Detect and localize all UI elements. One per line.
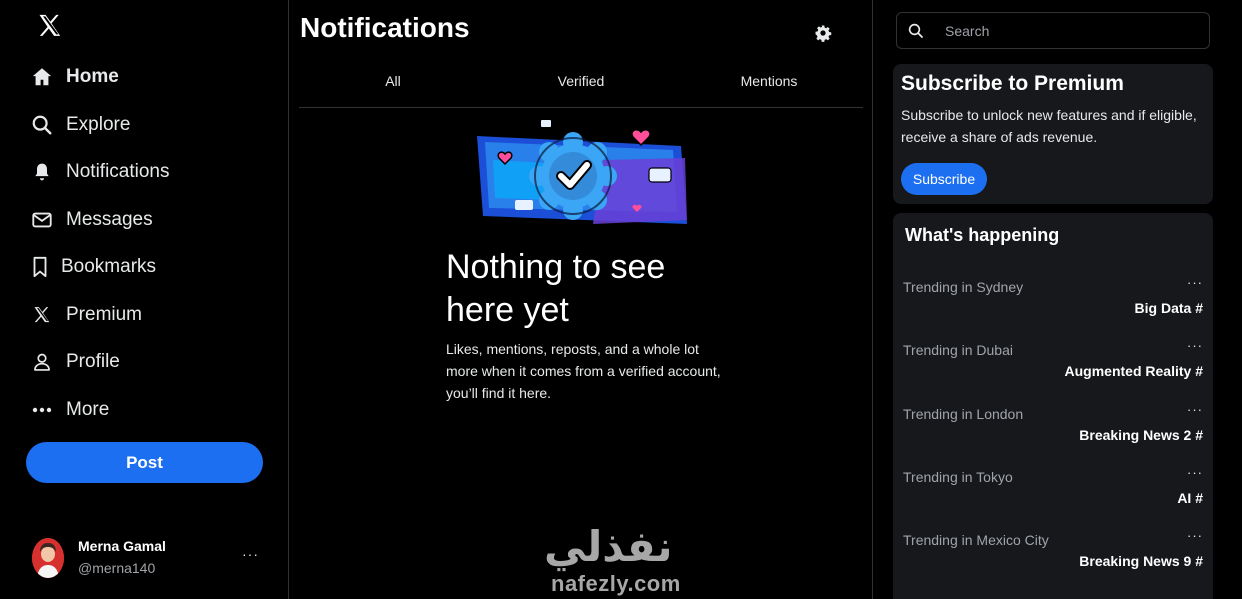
envelope-icon [30, 208, 54, 232]
sidebar-item-label: Messages [66, 209, 153, 230]
sidebar-item-label: Explore [66, 114, 131, 135]
trend-context: Trending in Tokyo [903, 469, 1013, 485]
gear-icon[interactable] [814, 24, 832, 42]
more-icon[interactable]: ··· [1187, 465, 1203, 480]
trend-item[interactable]: Trending in London ··· Breaking News 2 # [903, 402, 1205, 456]
trend-context: Trending in Dubai [903, 342, 1013, 358]
user-display-name: Merna Gamal [78, 538, 166, 554]
sidebar-item-label: Notifications [66, 161, 170, 182]
more-icon[interactable]: ··· [1187, 338, 1203, 353]
search-icon [908, 23, 923, 38]
watermark-latin: nafezly.com [551, 571, 681, 596]
bookmark-icon [30, 255, 50, 279]
search-input[interactable] [945, 22, 1195, 39]
sidebar-item-bookmarks[interactable]: Bookmarks [30, 249, 156, 285]
trend-item[interactable]: Trending in Sydney ··· Big Data # [903, 275, 1205, 329]
search-box[interactable] [896, 12, 1210, 49]
empty-state-title: Nothing to see here yet [446, 248, 666, 329]
sidebar-item-notifications[interactable]: Notifications [30, 154, 170, 190]
trend-name: AI # [1177, 490, 1203, 506]
notification-tabs: All Verified Mentions [299, 62, 863, 108]
bell-icon [30, 160, 54, 184]
person-icon [30, 350, 54, 374]
verified-illustration [477, 120, 687, 224]
account-switcher[interactable]: Merna Gamal @merna140 ··· [32, 536, 268, 580]
more-icon[interactable]: ··· [1187, 275, 1203, 290]
main-column: Notifications All Verified Mentions Noth… [288, 0, 873, 599]
trend-name: Augmented Reality # [1064, 363, 1203, 379]
trend-item[interactable]: Trending in Dubai ··· Augmented Reality … [903, 338, 1205, 392]
tab-all[interactable]: All [299, 62, 487, 107]
tab-verified[interactable]: Verified [487, 62, 675, 107]
more-icon[interactable]: ··· [1187, 402, 1203, 417]
trends-card: What's happening Trending in Sydney ··· … [893, 213, 1213, 599]
sidebar-item-label: Premium [66, 304, 143, 325]
watermark-arabic: نفذلي [544, 522, 673, 571]
user-handle: @merna140 [78, 560, 156, 576]
trend-name: Big Data # [1134, 300, 1203, 316]
x-logo-icon[interactable] [36, 12, 64, 40]
premium-title: Subscribe to Premium [901, 72, 1124, 95]
sidebar-item-explore[interactable]: Explore [30, 107, 130, 143]
sidebar-item-messages[interactable]: Messages [30, 202, 153, 238]
sidebar-item-label: More [66, 399, 110, 420]
page-title: Notifications [300, 12, 470, 43]
sidebar-item-more[interactable]: More [30, 392, 109, 428]
trend-item[interactable]: Trending in Mexico City ··· Breaking New… [903, 528, 1205, 582]
left-sidebar: Home Explore Notifications Messages Book [0, 0, 288, 599]
more-icon[interactable]: ··· [1187, 528, 1203, 543]
sidebar-item-home[interactable]: Home [30, 59, 119, 95]
sidebar-item-label: Profile [66, 351, 120, 372]
trend-item[interactable]: Trending in Tokyo ··· AI # [903, 465, 1205, 519]
more-icon[interactable]: ··· [242, 546, 259, 562]
trend-context: Trending in London [903, 406, 1024, 422]
post-button[interactable]: Post [26, 442, 263, 483]
premium-description: Subscribe to unlock new features and if … [901, 107, 1197, 145]
empty-state-description: Likes, mentions, reposts, and a whole lo… [446, 341, 721, 401]
subscribe-button[interactable]: Subscribe [901, 163, 987, 195]
sidebar-item-premium[interactable]: Premium [30, 297, 142, 333]
trend-name: Breaking News 2 # [1079, 427, 1203, 443]
trend-name: Breaking News 9 # [1079, 553, 1203, 569]
trend-context: Trending in Sydney [903, 279, 1024, 295]
tab-mentions[interactable]: Mentions [675, 62, 863, 107]
home-icon [30, 65, 54, 89]
sidebar-item-profile[interactable]: Profile [30, 344, 120, 380]
search-icon [30, 113, 54, 137]
right-sidebar: Subscribe to Premium Subscribe to unlock… [874, 0, 1242, 599]
sidebar-item-label: Home [66, 66, 119, 87]
sidebar-item-label: Bookmarks [61, 256, 157, 277]
premium-card: Subscribe to Premium Subscribe to unlock… [893, 64, 1213, 204]
x-logo-icon [30, 303, 54, 327]
trend-context: Trending in Mexico City [903, 532, 1049, 548]
trends-title: What's happening [905, 225, 1060, 245]
more-circle-icon [30, 398, 54, 422]
app-root: Home Explore Notifications Messages Book [0, 0, 1242, 599]
avatar [32, 538, 64, 578]
